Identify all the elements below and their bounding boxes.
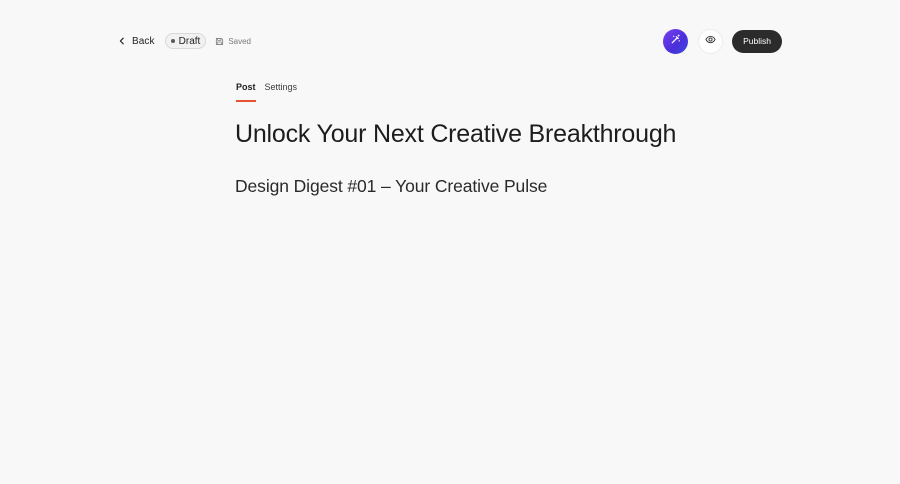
status-label: Draft xyxy=(178,35,201,47)
status-dot-icon xyxy=(170,39,175,43)
tab-settings[interactable]: Settings xyxy=(265,82,298,102)
status-badge: Draft xyxy=(164,33,207,49)
header-left: Back Draft Saved xyxy=(118,30,251,52)
preview-button[interactable] xyxy=(698,28,724,54)
eye-icon xyxy=(705,32,716,50)
magic-wand-icon xyxy=(670,32,681,50)
back-label: Back xyxy=(132,35,155,47)
tab-post[interactable]: Post xyxy=(236,82,256,102)
floppy-disk-icon xyxy=(215,37,224,46)
post-subtitle[interactable]: Design Digest #01 – Your Creative Pulse xyxy=(235,176,547,197)
save-status: Saved xyxy=(215,37,251,46)
chevron-left-icon xyxy=(118,37,126,45)
editor-tabs: Post Settings xyxy=(236,82,297,102)
back-button[interactable]: Back xyxy=(118,36,155,47)
header-right: Publish xyxy=(663,28,782,54)
saved-label: Saved xyxy=(228,36,251,46)
ai-assist-button[interactable] xyxy=(663,28,689,54)
post-editor: Back Draft Saved Publish Post Settings U… xyxy=(0,0,900,484)
post-title[interactable]: Unlock Your Next Creative Breakthrough xyxy=(235,120,676,149)
publish-button[interactable]: Publish xyxy=(732,29,782,53)
